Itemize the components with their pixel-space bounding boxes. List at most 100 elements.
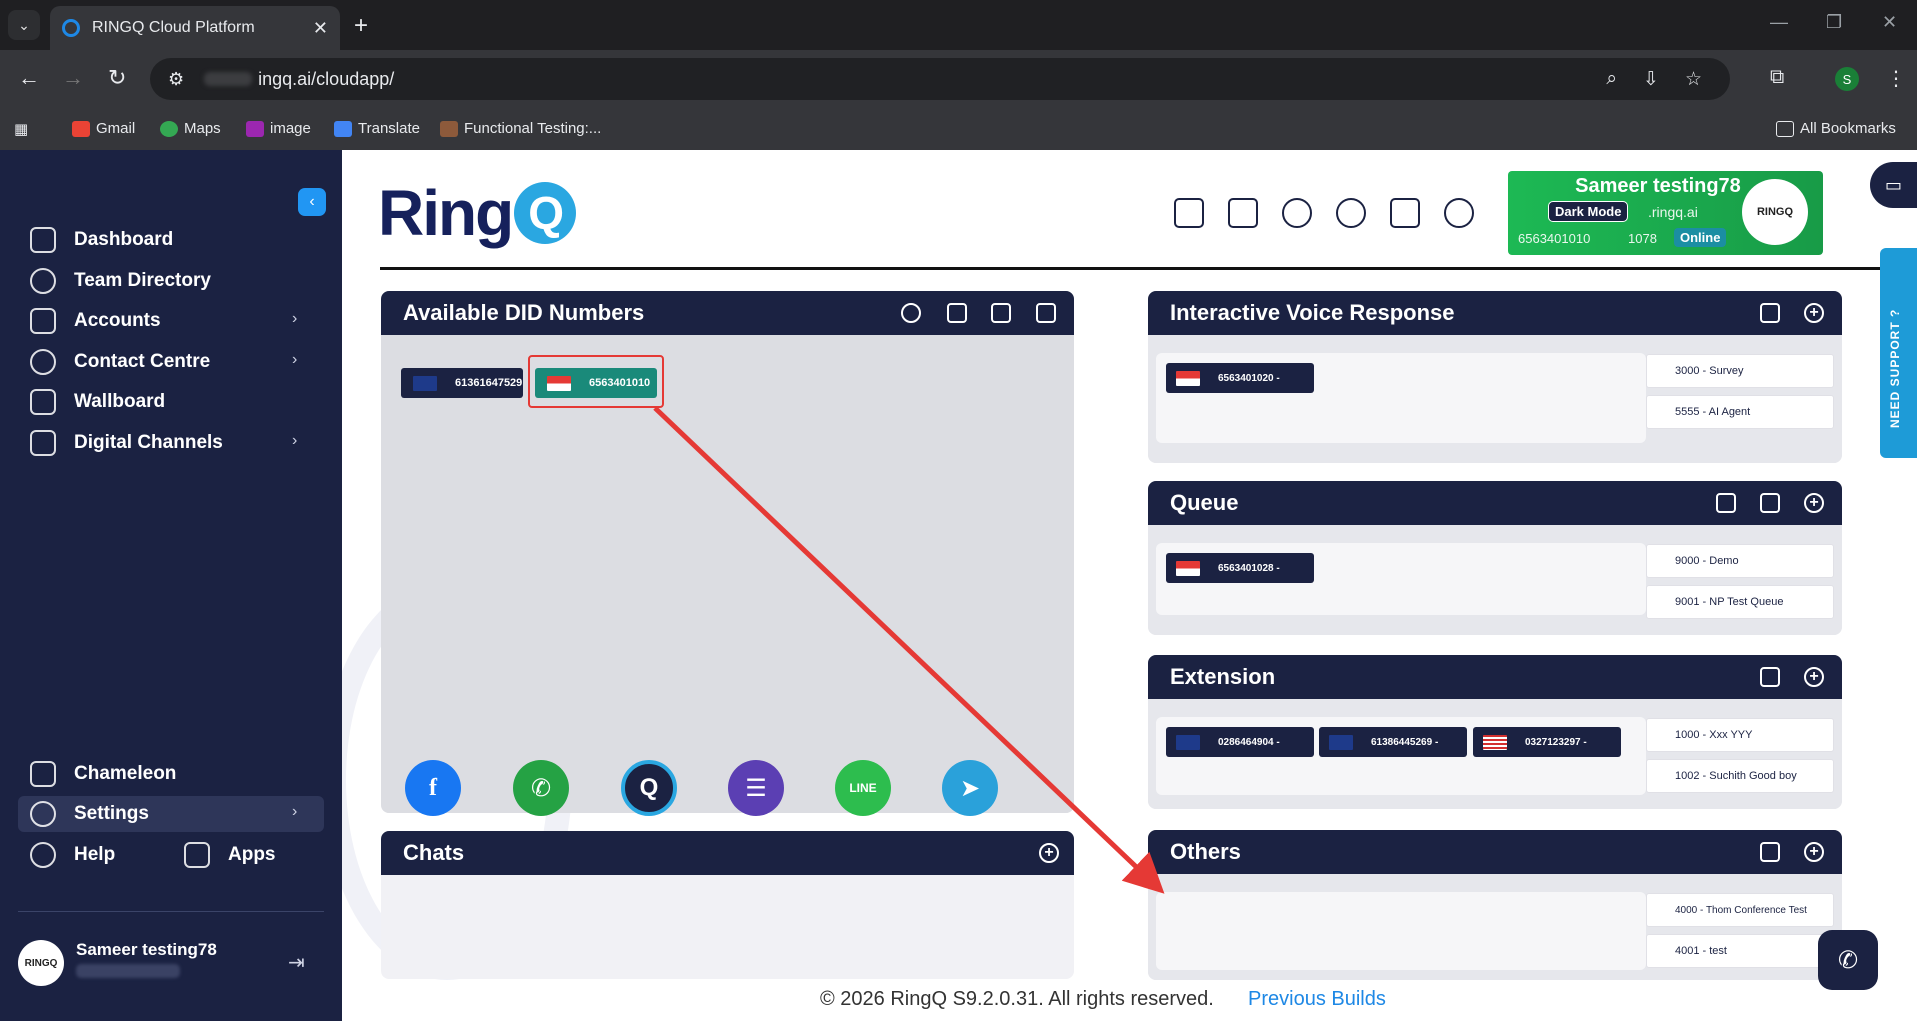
site-info-icon[interactable]: ⚙ bbox=[168, 69, 184, 90]
refresh-icon[interactable] bbox=[1282, 198, 1312, 228]
chevron-right-icon[interactable]: › bbox=[292, 310, 297, 328]
add-icon[interactable]: + bbox=[1039, 843, 1059, 863]
video-icon[interactable] bbox=[1228, 198, 1258, 228]
sidebar-item-chameleon[interactable]: Chameleon bbox=[30, 759, 176, 789]
list-item[interactable]: 4000 - Thom Conference Test bbox=[1646, 893, 1834, 927]
sidebar-item-contact-centre[interactable]: Contact Centre bbox=[30, 347, 210, 377]
add-icon[interactable]: + bbox=[1804, 667, 1824, 687]
logout-icon[interactable]: ⇥ bbox=[288, 950, 305, 975]
list-item[interactable]: 9001 - NP Test Queue bbox=[1646, 585, 1834, 619]
sidebar-item-help[interactable]: Help bbox=[30, 840, 115, 870]
bookmark-star-icon[interactable]: ☆ bbox=[1685, 68, 1702, 91]
list-item[interactable]: 9000 - Demo bbox=[1646, 544, 1834, 578]
sidebar-item-accounts[interactable]: Accounts bbox=[30, 306, 161, 336]
line-icon[interactable]: LINE bbox=[835, 760, 891, 816]
expand-icon[interactable] bbox=[1760, 667, 1780, 687]
reload-icon[interactable]: ↻ bbox=[108, 65, 126, 91]
apps-grid-icon[interactable]: ▦ bbox=[14, 120, 28, 138]
forward-icon[interactable]: → bbox=[62, 65, 84, 91]
whatsapp-icon[interactable]: ✆ bbox=[513, 760, 569, 816]
ringq-chat-icon[interactable]: Q bbox=[621, 760, 677, 816]
sidebar-item-dashboard[interactable]: Dashboard bbox=[30, 225, 173, 255]
calendar-icon[interactable] bbox=[1174, 198, 1204, 228]
minimize-icon[interactable]: — bbox=[1770, 12, 1788, 33]
add-icon[interactable]: + bbox=[1804, 493, 1824, 513]
collapse-sidebar-button[interactable]: ‹ bbox=[298, 188, 326, 216]
did-chip-selected[interactable]: 6563401010 bbox=[535, 368, 657, 398]
ivr-drop-area[interactable]: 6563401020 - bbox=[1156, 353, 1646, 443]
restore-icon[interactable]: ❐ bbox=[1826, 12, 1842, 33]
video-call-button[interactable]: ▭ bbox=[1870, 162, 1917, 208]
sidebar-item-team-directory[interactable]: Team Directory bbox=[30, 266, 211, 296]
close-tab-icon[interactable]: ✕ bbox=[313, 18, 328, 39]
bookmark-functional-testing[interactable]: Functional Testing:... bbox=[440, 120, 601, 137]
sidebar-item-wallboard[interactable]: Wallboard bbox=[30, 387, 165, 417]
assigned-did-chip[interactable]: 0327123297 - bbox=[1473, 727, 1621, 757]
previous-builds-link[interactable]: Previous Builds bbox=[1248, 988, 1386, 1011]
address-bar[interactable]: ⚙ ingq.ai/cloudapp/ ⌕ ⇩ ☆ bbox=[150, 58, 1730, 100]
list-item[interactable]: 5555 - AI Agent bbox=[1646, 395, 1834, 429]
list-item[interactable]: 3000 - Survey bbox=[1646, 354, 1834, 388]
sidebar-item-settings[interactable]: Settings bbox=[30, 799, 149, 829]
browser-tab[interactable]: RINGQ Cloud Platform ✕ bbox=[50, 6, 340, 50]
malaysia-flag-icon bbox=[1483, 734, 1507, 750]
telegram-icon[interactable]: ➤ bbox=[942, 760, 998, 816]
add-icon[interactable]: + bbox=[1804, 842, 1824, 862]
queue-drop-area[interactable]: 6563401028 - bbox=[1156, 543, 1646, 615]
import-icon[interactable] bbox=[991, 303, 1011, 323]
extension-drop-area[interactable]: 0286464904 - 61386445269 - 0327123297 - bbox=[1156, 717, 1646, 795]
need-support-tab[interactable]: NEED SUPPORT ? bbox=[1880, 248, 1917, 458]
profile-avatar[interactable]: S bbox=[1835, 67, 1859, 91]
bookmark-translate[interactable]: Translate bbox=[334, 120, 420, 137]
extensions-icon[interactable]: ⧉ bbox=[1770, 66, 1784, 89]
new-tab-icon[interactable]: + bbox=[354, 12, 368, 40]
list-item[interactable]: 1000 - Xxx YYY bbox=[1646, 718, 1834, 752]
assigned-did-chip[interactable]: 61386445269 - bbox=[1319, 727, 1467, 757]
did-chip[interactable]: 61361647529 bbox=[401, 368, 523, 398]
avatar[interactable]: RINGQ bbox=[1742, 179, 1808, 245]
bookmark-gmail[interactable]: Gmail bbox=[72, 120, 135, 137]
chevron-right-icon[interactable]: › bbox=[292, 432, 297, 450]
close-window-icon[interactable]: ✕ bbox=[1882, 12, 1897, 33]
bookmark-image[interactable]: image bbox=[246, 120, 311, 137]
chevron-right-icon[interactable]: › bbox=[292, 351, 297, 369]
chevron-right-icon[interactable]: › bbox=[292, 803, 297, 821]
monitor-icon[interactable] bbox=[1390, 198, 1420, 228]
ivr-body: 6563401020 - 3000 - Survey 5555 - AI Age… bbox=[1148, 335, 1842, 463]
assigned-did-chip[interactable]: 0286464904 - bbox=[1166, 727, 1314, 757]
sms-icon[interactable]: ☰ bbox=[728, 760, 784, 816]
others-drop-area[interactable] bbox=[1156, 892, 1646, 970]
expand-icon[interactable] bbox=[1760, 842, 1780, 862]
list-item[interactable]: 4001 - test bbox=[1646, 934, 1834, 968]
add-icon[interactable]: + bbox=[1804, 303, 1824, 323]
list-item[interactable]: 1002 - Suchith Good boy bbox=[1646, 759, 1834, 793]
expand-icon[interactable] bbox=[1760, 493, 1780, 513]
avatar[interactable]: RINGQ bbox=[18, 940, 64, 986]
all-bookmarks[interactable]: All Bookmarks bbox=[1776, 120, 1896, 137]
refresh-icon[interactable] bbox=[901, 303, 921, 323]
device-icon[interactable] bbox=[1036, 303, 1056, 323]
sidebar-item-digital-channels[interactable]: Digital Channels bbox=[30, 428, 223, 458]
assigned-did-chip[interactable]: 6563401020 - bbox=[1166, 363, 1314, 393]
zoom-icon[interactable]: ⌕ bbox=[1606, 68, 1617, 90]
back-icon[interactable]: ← bbox=[18, 65, 40, 91]
expand-icon[interactable] bbox=[1760, 303, 1780, 323]
dark-mode-toggle[interactable]: Dark Mode bbox=[1548, 201, 1629, 222]
wifi-icon[interactable] bbox=[1336, 198, 1366, 228]
dialer-button[interactable]: ✆ bbox=[1818, 930, 1878, 990]
logo-text: Ring bbox=[378, 177, 514, 249]
status-badge[interactable]: Online bbox=[1674, 228, 1727, 247]
did-drop-area[interactable]: 61361647529 6563401010 bbox=[381, 335, 1074, 813]
hierarchy-icon[interactable] bbox=[1716, 493, 1736, 513]
globe-icon[interactable] bbox=[1444, 198, 1474, 228]
export-icon[interactable] bbox=[947, 303, 967, 323]
assigned-did-chip[interactable]: 6563401028 - bbox=[1166, 553, 1314, 583]
user-profile-card[interactable]: Sameer testing78 Dark Mode .ringq.ai 656… bbox=[1508, 171, 1823, 255]
sidebar-item-apps[interactable]: Apps bbox=[184, 840, 276, 870]
facebook-icon[interactable]: f bbox=[405, 760, 461, 816]
tab-list-button[interactable]: ⌄ bbox=[8, 10, 40, 40]
ringq-logo[interactable]: Ring Q bbox=[378, 176, 577, 250]
install-icon[interactable]: ⇩ bbox=[1643, 68, 1659, 91]
bookmark-maps[interactable]: Maps bbox=[160, 120, 221, 137]
menu-icon[interactable]: ⋮ bbox=[1886, 66, 1906, 91]
